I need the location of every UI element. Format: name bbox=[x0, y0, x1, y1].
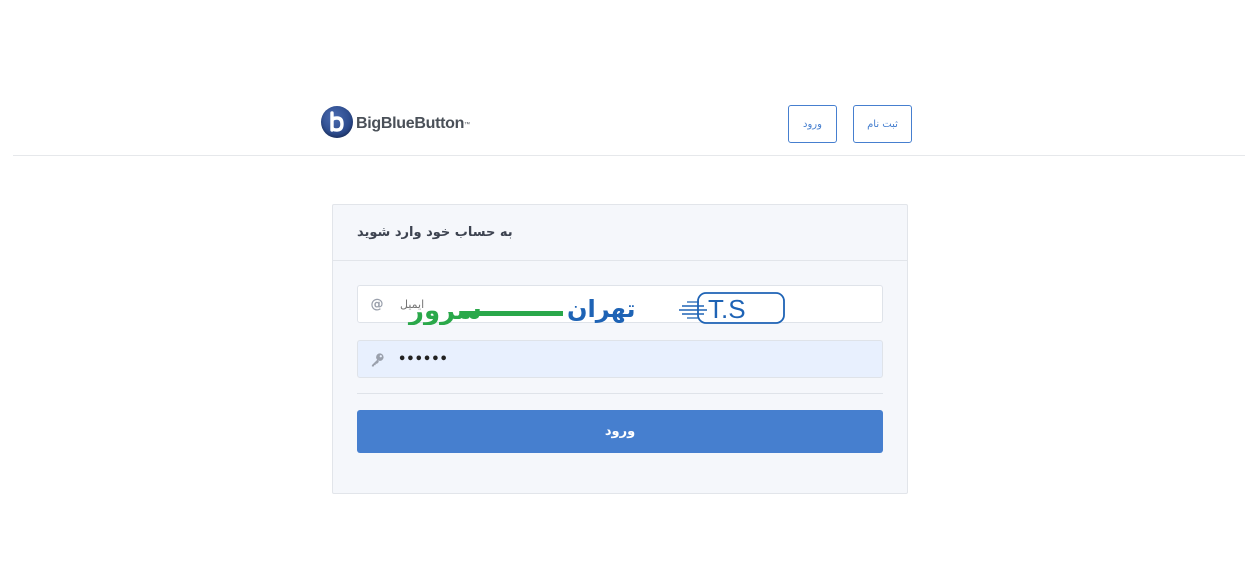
login-card: به حساب خود وارد شوید @ •••••• ورود bbox=[332, 204, 908, 494]
nav-login-label: ورود bbox=[803, 118, 822, 130]
watermark-lines-icon bbox=[679, 301, 707, 319]
logo-text: BigBlueButton™ bbox=[356, 114, 470, 132]
login-submit-button[interactable]: ورود bbox=[357, 410, 883, 453]
nav-signup-label: ثبت نام bbox=[867, 118, 898, 130]
watermark-tail-text: سرور bbox=[407, 296, 482, 325]
nav-signup-button[interactable]: ثبت نام bbox=[853, 105, 912, 143]
header-divider bbox=[13, 155, 1245, 156]
nav-login-button[interactable]: ورود bbox=[788, 105, 837, 143]
bigbluebutton-logo[interactable]: BigBlueButton™ bbox=[321, 105, 470, 139]
key-icon bbox=[369, 351, 385, 367]
form-divider bbox=[357, 393, 883, 394]
login-submit-label: ورود bbox=[604, 424, 636, 439]
tehran-server-watermark: سرور تهران T.S bbox=[407, 292, 785, 325]
watermark-green-bar bbox=[463, 311, 563, 316]
bigbluebutton-b-icon bbox=[321, 106, 353, 138]
watermark-monogram: T.S bbox=[708, 294, 746, 324]
watermark-text: تهران bbox=[567, 295, 636, 323]
password-input[interactable]: •••••• bbox=[398, 352, 858, 367]
login-card-header: به حساب خود وارد شوید bbox=[333, 205, 907, 261]
password-field[interactable]: •••••• bbox=[357, 340, 883, 378]
at-sign-icon: @ bbox=[370, 296, 384, 312]
login-card-title: به حساب خود وارد شوید bbox=[357, 225, 513, 240]
